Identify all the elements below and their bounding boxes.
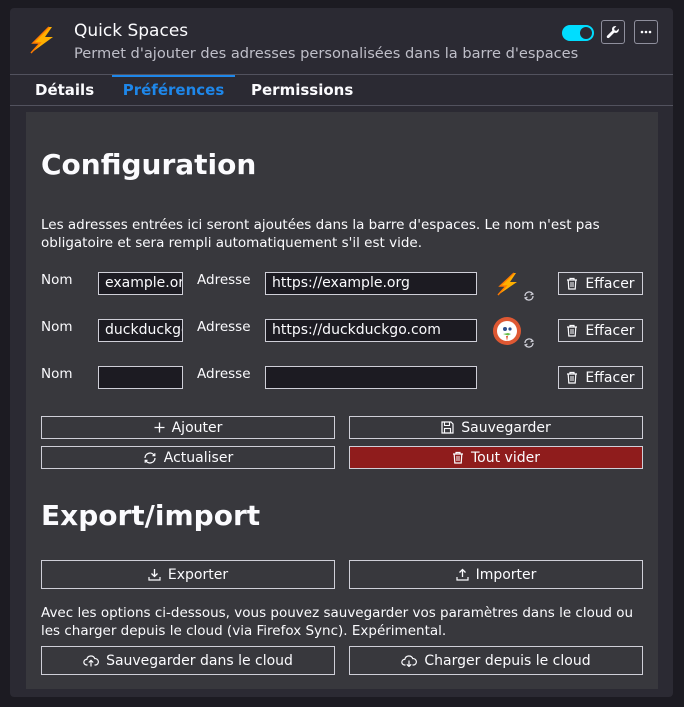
name-input[interactable] <box>98 366 183 389</box>
name-label: Nom <box>41 366 73 382</box>
cloud-note: Avec les options ci-dessous, vous pouvez… <box>41 605 634 639</box>
wrench-icon <box>606 26 619 39</box>
clear-all-button[interactable]: Tout vider <box>349 446 643 469</box>
preferences-panel: Configuration Les adresses entrées ici s… <box>26 112 658 689</box>
export-label: Exporter <box>167 566 229 583</box>
delete-button[interactable]: Effacer <box>558 319 643 342</box>
refresh-icon <box>144 451 156 464</box>
configuration-intro: Les adresses entrées ici seront ajoutées… <box>41 217 600 251</box>
trash-icon <box>567 277 578 290</box>
address-label: Adresse <box>197 366 251 382</box>
address-input[interactable]: https://duckduckgo.com <box>265 319 477 342</box>
delete-label: Effacer <box>585 322 635 339</box>
enable-toggle[interactable] <box>562 25 594 41</box>
cloud-load-button[interactable]: Charger depuis le cloud <box>349 646 643 675</box>
trash-icon <box>453 451 463 464</box>
addon-header: Quick Spaces Permet d'ajouter des adress… <box>10 8 673 74</box>
tab-permissions[interactable]: Permissions <box>237 75 367 106</box>
export-button[interactable]: Exporter <box>41 560 335 589</box>
addon-title: Quick Spaces <box>74 21 189 41</box>
import-button[interactable]: Importer <box>349 560 643 589</box>
export-import-heading: Export/import <box>41 499 261 532</box>
delete-button[interactable]: Effacer <box>558 272 643 295</box>
addon-description: Permet d'ajouter des adresses personalis… <box>74 45 579 62</box>
lightning-bolt-icon <box>30 26 53 54</box>
save-button[interactable]: Sauvegarder <box>349 416 643 439</box>
delete-label: Effacer <box>585 369 635 386</box>
import-label: Importer <box>475 566 537 583</box>
cloud-save-button[interactable]: Sauvegarder dans le cloud <box>41 646 335 675</box>
cloud-load-label: Charger depuis le cloud <box>424 652 591 669</box>
ellipsis-icon <box>640 30 652 34</box>
cloud-download-icon <box>401 655 418 667</box>
cloud-upload-icon <box>83 655 100 667</box>
name-input[interactable]: example.org <box>98 272 183 295</box>
upload-icon <box>455 568 469 581</box>
save-label: Sauvegarder <box>461 419 551 436</box>
trash-icon <box>567 324 578 337</box>
refresh-icon[interactable] <box>523 337 535 349</box>
more-options-button[interactable] <box>634 20 658 44</box>
toggle-knob <box>580 27 592 39</box>
lightning-bolt-icon <box>497 272 517 296</box>
refresh-label: Actualiser <box>163 449 234 466</box>
name-label: Nom <box>41 272 73 288</box>
tab-bar: Détails Préférences Permissions <box>10 74 673 106</box>
refresh-button[interactable]: Actualiser <box>41 446 335 469</box>
plus-icon <box>154 422 165 433</box>
add-button[interactable]: Ajouter <box>41 416 335 439</box>
tab-preferences[interactable]: Préférences <box>112 75 235 106</box>
preferences-button[interactable] <box>601 20 625 44</box>
address-label: Adresse <box>197 319 251 335</box>
address-input[interactable] <box>265 366 477 389</box>
refresh-icon[interactable] <box>523 290 535 302</box>
add-label: Ajouter <box>171 419 223 436</box>
address-input[interactable]: https://example.org <box>265 272 477 295</box>
name-input[interactable]: duckduckgo <box>98 319 183 342</box>
clear-all-label: Tout vider <box>471 449 540 466</box>
delete-label: Effacer <box>585 275 635 292</box>
addon-card: Quick Spaces Permet d'ajouter des adress… <box>10 8 673 697</box>
configuration-heading: Configuration <box>41 148 257 181</box>
duckduckgo-icon <box>493 317 521 345</box>
download-icon <box>148 569 161 581</box>
address-label: Adresse <box>197 272 251 288</box>
floppy-disk-icon <box>441 421 454 434</box>
cloud-save-label: Sauvegarder dans le cloud <box>106 652 293 669</box>
trash-icon <box>567 371 578 384</box>
delete-button[interactable]: Effacer <box>558 366 643 389</box>
name-label: Nom <box>41 319 73 335</box>
tab-details[interactable]: Détails <box>21 75 108 106</box>
